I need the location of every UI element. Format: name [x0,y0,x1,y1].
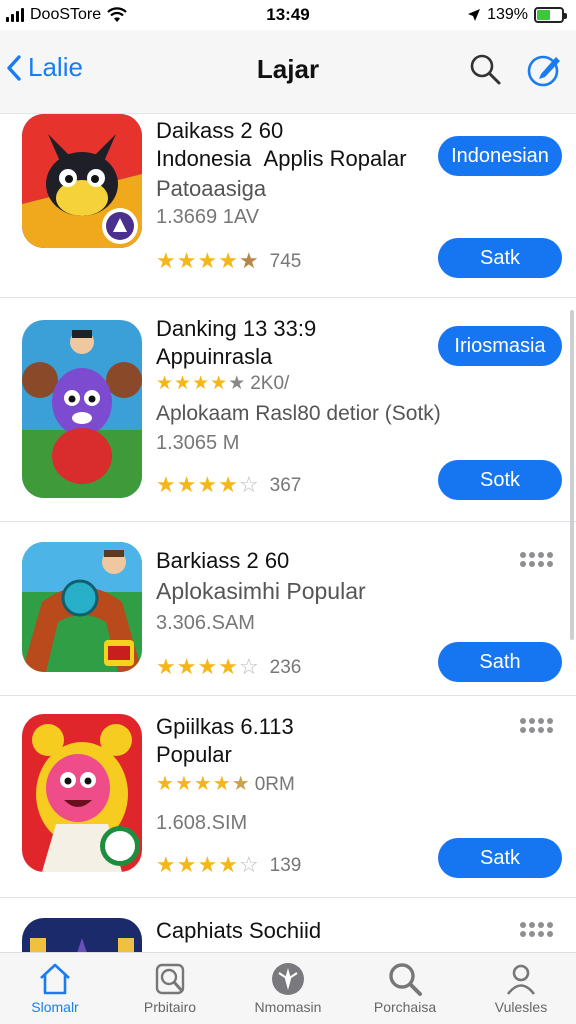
compose-icon[interactable] [524,50,564,90]
app-title-line: Popular [156,742,232,767]
inline-rating-count: 0RM [254,773,295,795]
rating-count: 367 [269,474,302,496]
star-rating: ★ ★ ★ ★ ☆ 367 [156,472,302,497]
app-icon[interactable] [22,320,142,498]
inline-rating-count: 2K0/ [250,373,290,394]
app-title-line: Appuinrasla [156,344,273,369]
app-size: 1.608.SIM [156,812,248,834]
more-options-icon[interactable] [520,718,553,733]
compass-icon [272,963,304,995]
list-item[interactable]: Barkiass 2 60 Aplokasimhi Popular 3.306.… [0,522,576,696]
tab-label: Prbitairo [143,999,197,1015]
tab-label: Porchaisa [373,999,437,1015]
list-item[interactable]: Daikass 2 60 Indonesia Applis Ropalar Pa… [0,114,576,298]
search-doc-icon [155,963,185,995]
carrier-name: DooSTore [30,6,102,23]
rating-count: 236 [269,656,302,678]
search-icon[interactable] [468,52,502,86]
get-button[interactable]: Satk [438,238,562,278]
app-title: Caphiats Sochiid [156,918,322,943]
app-subtitle: Patoaasiga [156,176,267,201]
tab-search[interactable]: Porchaisa [350,959,460,1015]
region-button[interactable]: Indonesian [438,136,562,176]
app-icon[interactable] [22,114,142,248]
tab-search-doc[interactable]: Prbitairo [115,959,225,1015]
app-title-region: Indonesia [156,146,252,171]
rating-count: 139 [269,854,302,876]
get-button[interactable]: Sotk [438,460,562,500]
app-title-category: Applis Ropalar [263,146,407,171]
app-list: Daikass 2 60 Indonesia Applis Ropalar Pa… [0,114,576,952]
get-button[interactable]: Satk [438,838,562,878]
tab-discover[interactable]: Nmomasin [233,959,343,1015]
app-size: 1.3065 M [156,432,240,454]
wifi-icon [107,7,127,22]
status-bar: DooSTore 13:49 139% [0,0,576,30]
tab-label: Slomalr [31,999,79,1015]
tab-label: Nmomasin [254,999,322,1015]
list-item[interactable]: Gpiilkas 6.113 Popular ★ ★ ★ ★ ★ 0RM 1.608.S… [0,696,576,898]
tab-home[interactable]: Slomalr [0,959,110,1015]
battery-icon [534,7,567,23]
tab-label: Vulesles [494,999,548,1015]
home-icon [40,963,70,995]
person-icon [506,964,536,995]
star-rating: ★ ★ ★ ★ ☆ 139 [156,852,302,877]
app-title: Gpiilkas 6.113 [156,714,294,739]
scroll-indicator[interactable] [570,310,574,640]
list-item[interactable]: Danking 13 33:9 Appuinrasla ★ ★ ★ ★ ★ 2K0/ A… [0,298,576,522]
rating-count: 745 [269,250,302,272]
app-subtitle: Aplokaam Rasl80 detior (Sotk) [156,402,441,425]
app-title: Danking 13 33:9 [156,316,317,341]
app-icon[interactable] [22,542,142,672]
star-rating: ★ ★ ★ ★ ☆ 236 [156,654,302,679]
tab-bar: Slomalr Prbitairo Nmomasin Porchaisa Vul… [0,952,576,1024]
app-icon[interactable] [22,918,142,952]
region-button[interactable]: Iriosmasia [438,326,562,366]
app-title-line: Indonesia Applis Ropalar [156,146,407,172]
app-size: 3.306.SAM [156,612,255,634]
list-item[interactable]: Caphiats Sochiid [0,898,576,952]
more-options-icon[interactable] [520,922,553,937]
inline-rating: ★ ★ ★ ★ ★ 0RM [156,773,295,795]
signal-icon [6,8,24,22]
app-title: Barkiass 2 60 [156,548,290,573]
app-title: Daikass 2 60 [156,118,284,143]
navigation-bar: Lalie Lajar [0,30,576,114]
search-icon [389,963,422,996]
star-rating: ★ ★ ★ ★ ★ 745 [156,248,302,273]
app-size: 1.3669 1AV [156,206,260,228]
app-icon[interactable] [22,714,142,872]
tab-profile[interactable]: Vulesles [466,959,576,1015]
inline-rating: ★ ★ ★ ★ ★ 2K0/ [156,373,290,394]
app-subtitle: Aplokasimhi Popular [156,578,366,604]
battery-percent: 139% [487,6,528,23]
location-icon [468,9,481,21]
clock: 13:49 [266,5,310,24]
get-button[interactable]: Sath [438,642,562,682]
more-options-icon[interactable] [520,552,553,567]
